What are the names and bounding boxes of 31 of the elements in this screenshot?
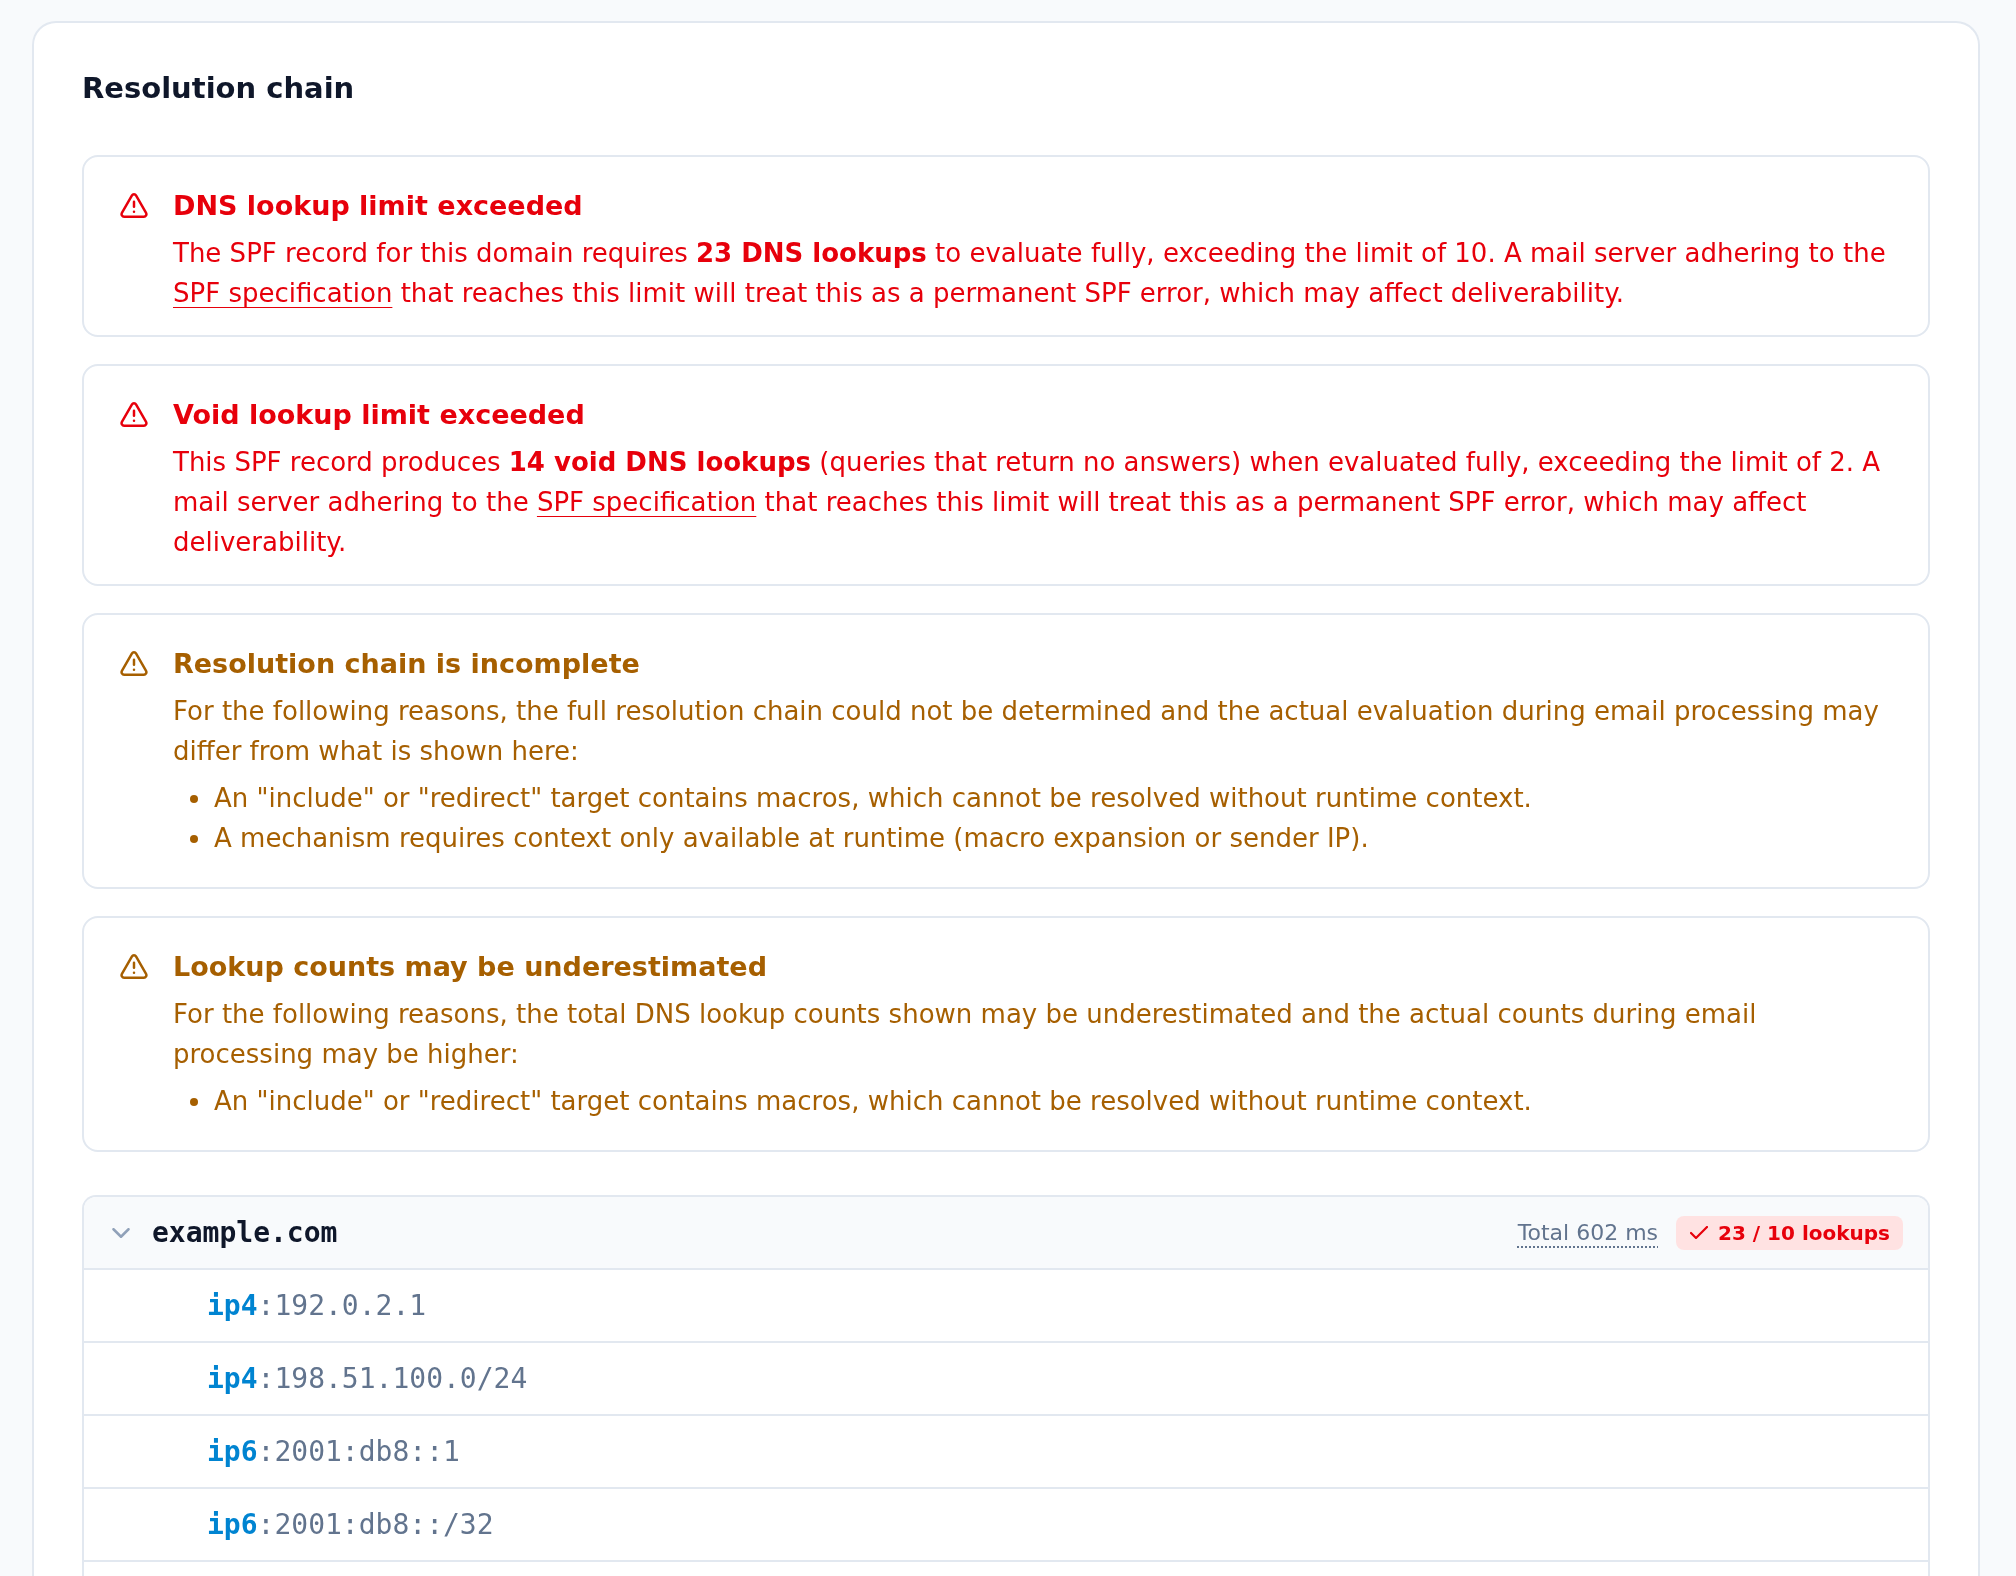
- alert-message: This SPF record produces 14 void DNS lookups (queries that return no answers) when evaluated fully, exceeding the limit of 2. A mail server adhering to the SPF specification that reaches this limit will treat this as a permanent SPF error, which may affect deliverability.: [173, 446, 1882, 559]
- warning-icon: [120, 193, 148, 218]
- total-time: Total 602 ms: [1517, 1220, 1659, 1245]
- mechanism-entry: ip6:2001:db8::1: [207, 1435, 460, 1468]
- mechanism-entry: ip4:198.51.100.0/24: [207, 1362, 528, 1395]
- warning-icon: [120, 954, 148, 979]
- domain-name: example.com: [152, 1216, 338, 1249]
- mechanism-entry: ip6:2001:db8::/32: [207, 1508, 494, 1541]
- alert-title: Lookup counts may be underestimated: [173, 950, 768, 984]
- specification-link[interactable]: SPF specification: [173, 278, 393, 308]
- domain-header[interactable]: example.com Total 602 ms 23 / 10 lookups: [84, 1197, 1928, 1270]
- section-title: Resolution chain: [82, 70, 356, 107]
- lookup-count: 23 / 10 lookups: [1718, 1220, 1890, 1245]
- mechanism-entry: ip4:192.0.2.1: [207, 1289, 427, 1322]
- alert-message: For the following reasons, the total DNS lookup counts shown may be underestimated and the actual counts during email processing may be higher:: [173, 998, 1758, 1071]
- specification-link[interactable]: SPF specification: [536, 487, 757, 517]
- check-icon: [1690, 1226, 1709, 1239]
- chevron-icon[interactable]: [112, 1227, 130, 1238]
- bullet-icon: [190, 835, 198, 843]
- warning-icon: [120, 651, 148, 676]
- reason-text: An "include" or "redirect" target contains macros, which cannot be resolved without runtime context.: [214, 1085, 1532, 1118]
- bullet-icon: [190, 795, 198, 803]
- bullet-icon: [190, 1098, 198, 1106]
- alert-message: The SPF record for this domain requires 23 DNS lookups to evaluate fully, exceeding the limit of 10. A mail server adhering to the SPF specification that reaches this limit will treat this as a permanent SPF error, which may affect deliverability.: [173, 237, 1887, 310]
- warning-icon: [120, 402, 148, 427]
- alert-title: Void lookup limit exceeded: [173, 398, 586, 432]
- alert-title: DNS lookup limit exceeded: [173, 189, 584, 223]
- alert-title: Resolution chain is incomplete: [173, 647, 641, 681]
- reason-text: An "include" or "redirect" target contains macros, which cannot be resolved without runtime context.: [214, 782, 1532, 815]
- alert-message: For the following reasons, the full resolution chain could not be determined and the actual evaluation during email processing may differ from what is shown here:: [173, 695, 1880, 768]
- reason-text: A mechanism requires context only available at runtime (macro expansion or sender IP).: [214, 822, 1369, 855]
